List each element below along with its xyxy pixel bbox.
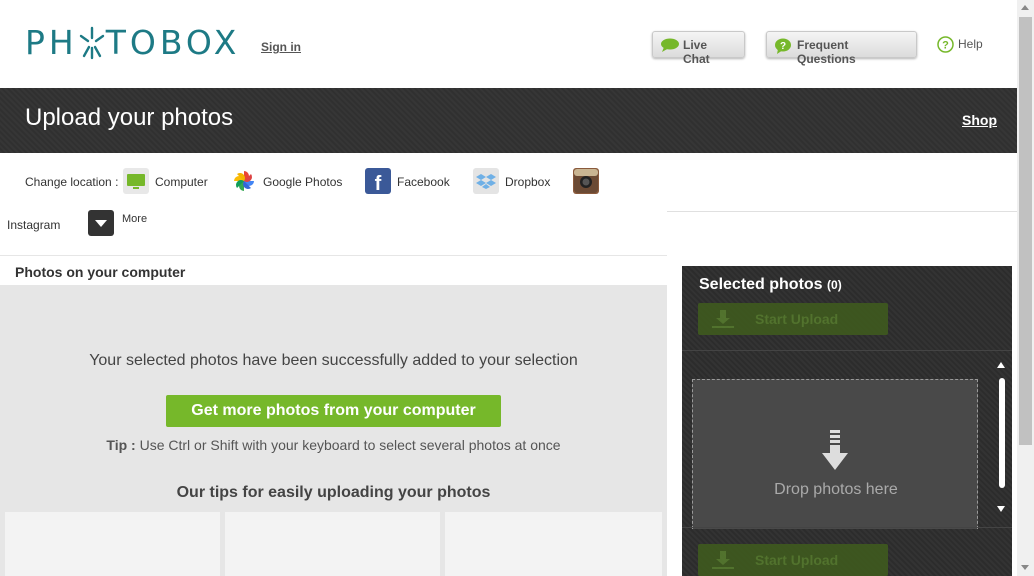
page-scrollbar[interactable]	[1017, 0, 1034, 576]
top-header: PHTOBOX PHOTOBOX Sign in Live Chat ? Fre…	[0, 0, 1017, 88]
instagram-icon	[573, 168, 599, 194]
google-photos-icon	[231, 168, 257, 194]
drop-zone[interactable]: Drop photos here	[692, 379, 978, 529]
source-dropbox-label: Dropbox	[505, 175, 551, 189]
scroll-down-icon[interactable]	[997, 506, 1005, 512]
selected-photos-title: Selected photos (0)	[699, 276, 842, 294]
facebook-icon: f	[365, 168, 391, 195]
section-title: Photos on your computer	[0, 255, 667, 285]
start-upload-button-top[interactable]: Start Upload	[698, 303, 888, 335]
source-dropbox[interactable]: Dropbox	[473, 168, 555, 194]
tip-body: Use Ctrl or Shift with your keyboard to …	[135, 437, 561, 453]
panel-divider	[682, 527, 1012, 528]
location-bar-spacer	[667, 153, 1017, 212]
faq-label: Frequent Questions	[797, 38, 856, 66]
location-bar: Change location : Computer Google Photos…	[0, 153, 667, 255]
upload-icon	[710, 549, 736, 574]
svg-text:?: ?	[780, 41, 786, 52]
source-more-label: More	[122, 213, 148, 225]
source-google-photos-label: Google Photos	[263, 175, 343, 189]
selection-scrollbar[interactable]	[996, 362, 1008, 518]
live-chat-label: Live Chat	[683, 38, 710, 66]
logo-star-icon	[78, 26, 106, 60]
photobox-logo[interactable]: PHTOBOX PHOTOBOX	[25, 26, 240, 60]
dropbox-icon	[473, 168, 499, 194]
help-circle-icon: ?	[937, 36, 954, 56]
page-title: Upload your photos	[25, 104, 234, 131]
tip-card	[225, 512, 440, 576]
selected-photos-label: Selected photos	[699, 276, 823, 293]
help-label: Help	[958, 37, 983, 51]
selected-count: (0)	[827, 278, 842, 292]
get-more-photos-button[interactable]: Get more photos from your computer	[166, 395, 501, 427]
live-chat-button[interactable]: Live Chat	[652, 31, 745, 66]
selected-photos-panel: Selected photos (0) Start Upload Drop ph…	[682, 266, 1012, 576]
drop-photos-text: Drop photos here	[774, 481, 898, 498]
help-link[interactable]: ? Help	[937, 36, 983, 53]
tips-heading: Our tips for easily uploading your photo…	[176, 484, 491, 501]
source-more[interactable]: More	[88, 210, 158, 236]
svg-text:f: f	[375, 173, 382, 194]
source-facebook[interactable]: f Facebook	[365, 168, 455, 195]
source-computer-label: Computer	[155, 175, 208, 189]
start-upload-label: Start Upload	[755, 552, 839, 568]
start-upload-button-bottom[interactable]: Start Upload	[698, 544, 888, 576]
page-scroll-up-icon[interactable]	[1021, 5, 1029, 10]
page-banner: Upload your photos Shop	[0, 88, 1017, 153]
source-instagram[interactable]	[573, 168, 599, 194]
more-chevron-icon	[88, 210, 114, 236]
tip-label: Tip :	[106, 437, 136, 453]
change-location-label: Change location :	[25, 175, 119, 189]
svg-text:?: ?	[942, 40, 949, 52]
question-bubble-icon: ?	[774, 38, 792, 57]
faq-button[interactable]: ? Frequent Questions	[766, 31, 917, 66]
panel-divider	[682, 350, 1012, 351]
success-message: Your selected photos have been successfu…	[89, 352, 578, 369]
page-scroll-thumb[interactable]	[1019, 17, 1032, 445]
source-instagram-label[interactable]: Instagram	[7, 218, 60, 232]
start-upload-label: Start Upload	[755, 311, 839, 327]
logo-text: PH TOBOX	[25, 23, 241, 62]
sign-in-link[interactable]: Sign in	[261, 40, 301, 54]
source-facebook-label: Facebook	[397, 175, 450, 189]
source-google-photos[interactable]: Google Photos	[231, 168, 346, 194]
tip-card	[445, 512, 662, 576]
upload-area: Your selected photos have been successfu…	[0, 285, 667, 576]
shop-link[interactable]: Shop	[962, 112, 997, 128]
page-scroll-down-icon[interactable]	[1021, 565, 1029, 570]
chat-bubble-icon	[660, 38, 680, 55]
download-arrow-icon	[822, 430, 848, 477]
source-computer[interactable]: Computer	[123, 168, 213, 194]
logo-alt-text: PHOTOBOX	[240, 26, 241, 27]
scroll-up-icon[interactable]	[997, 362, 1005, 368]
tip-text: Tip : Use Ctrl or Shift with your keyboa…	[0, 437, 667, 453]
upload-icon	[710, 308, 736, 333]
scroll-thumb[interactable]	[999, 378, 1005, 488]
monitor-icon	[123, 168, 149, 194]
tip-card	[5, 512, 220, 576]
